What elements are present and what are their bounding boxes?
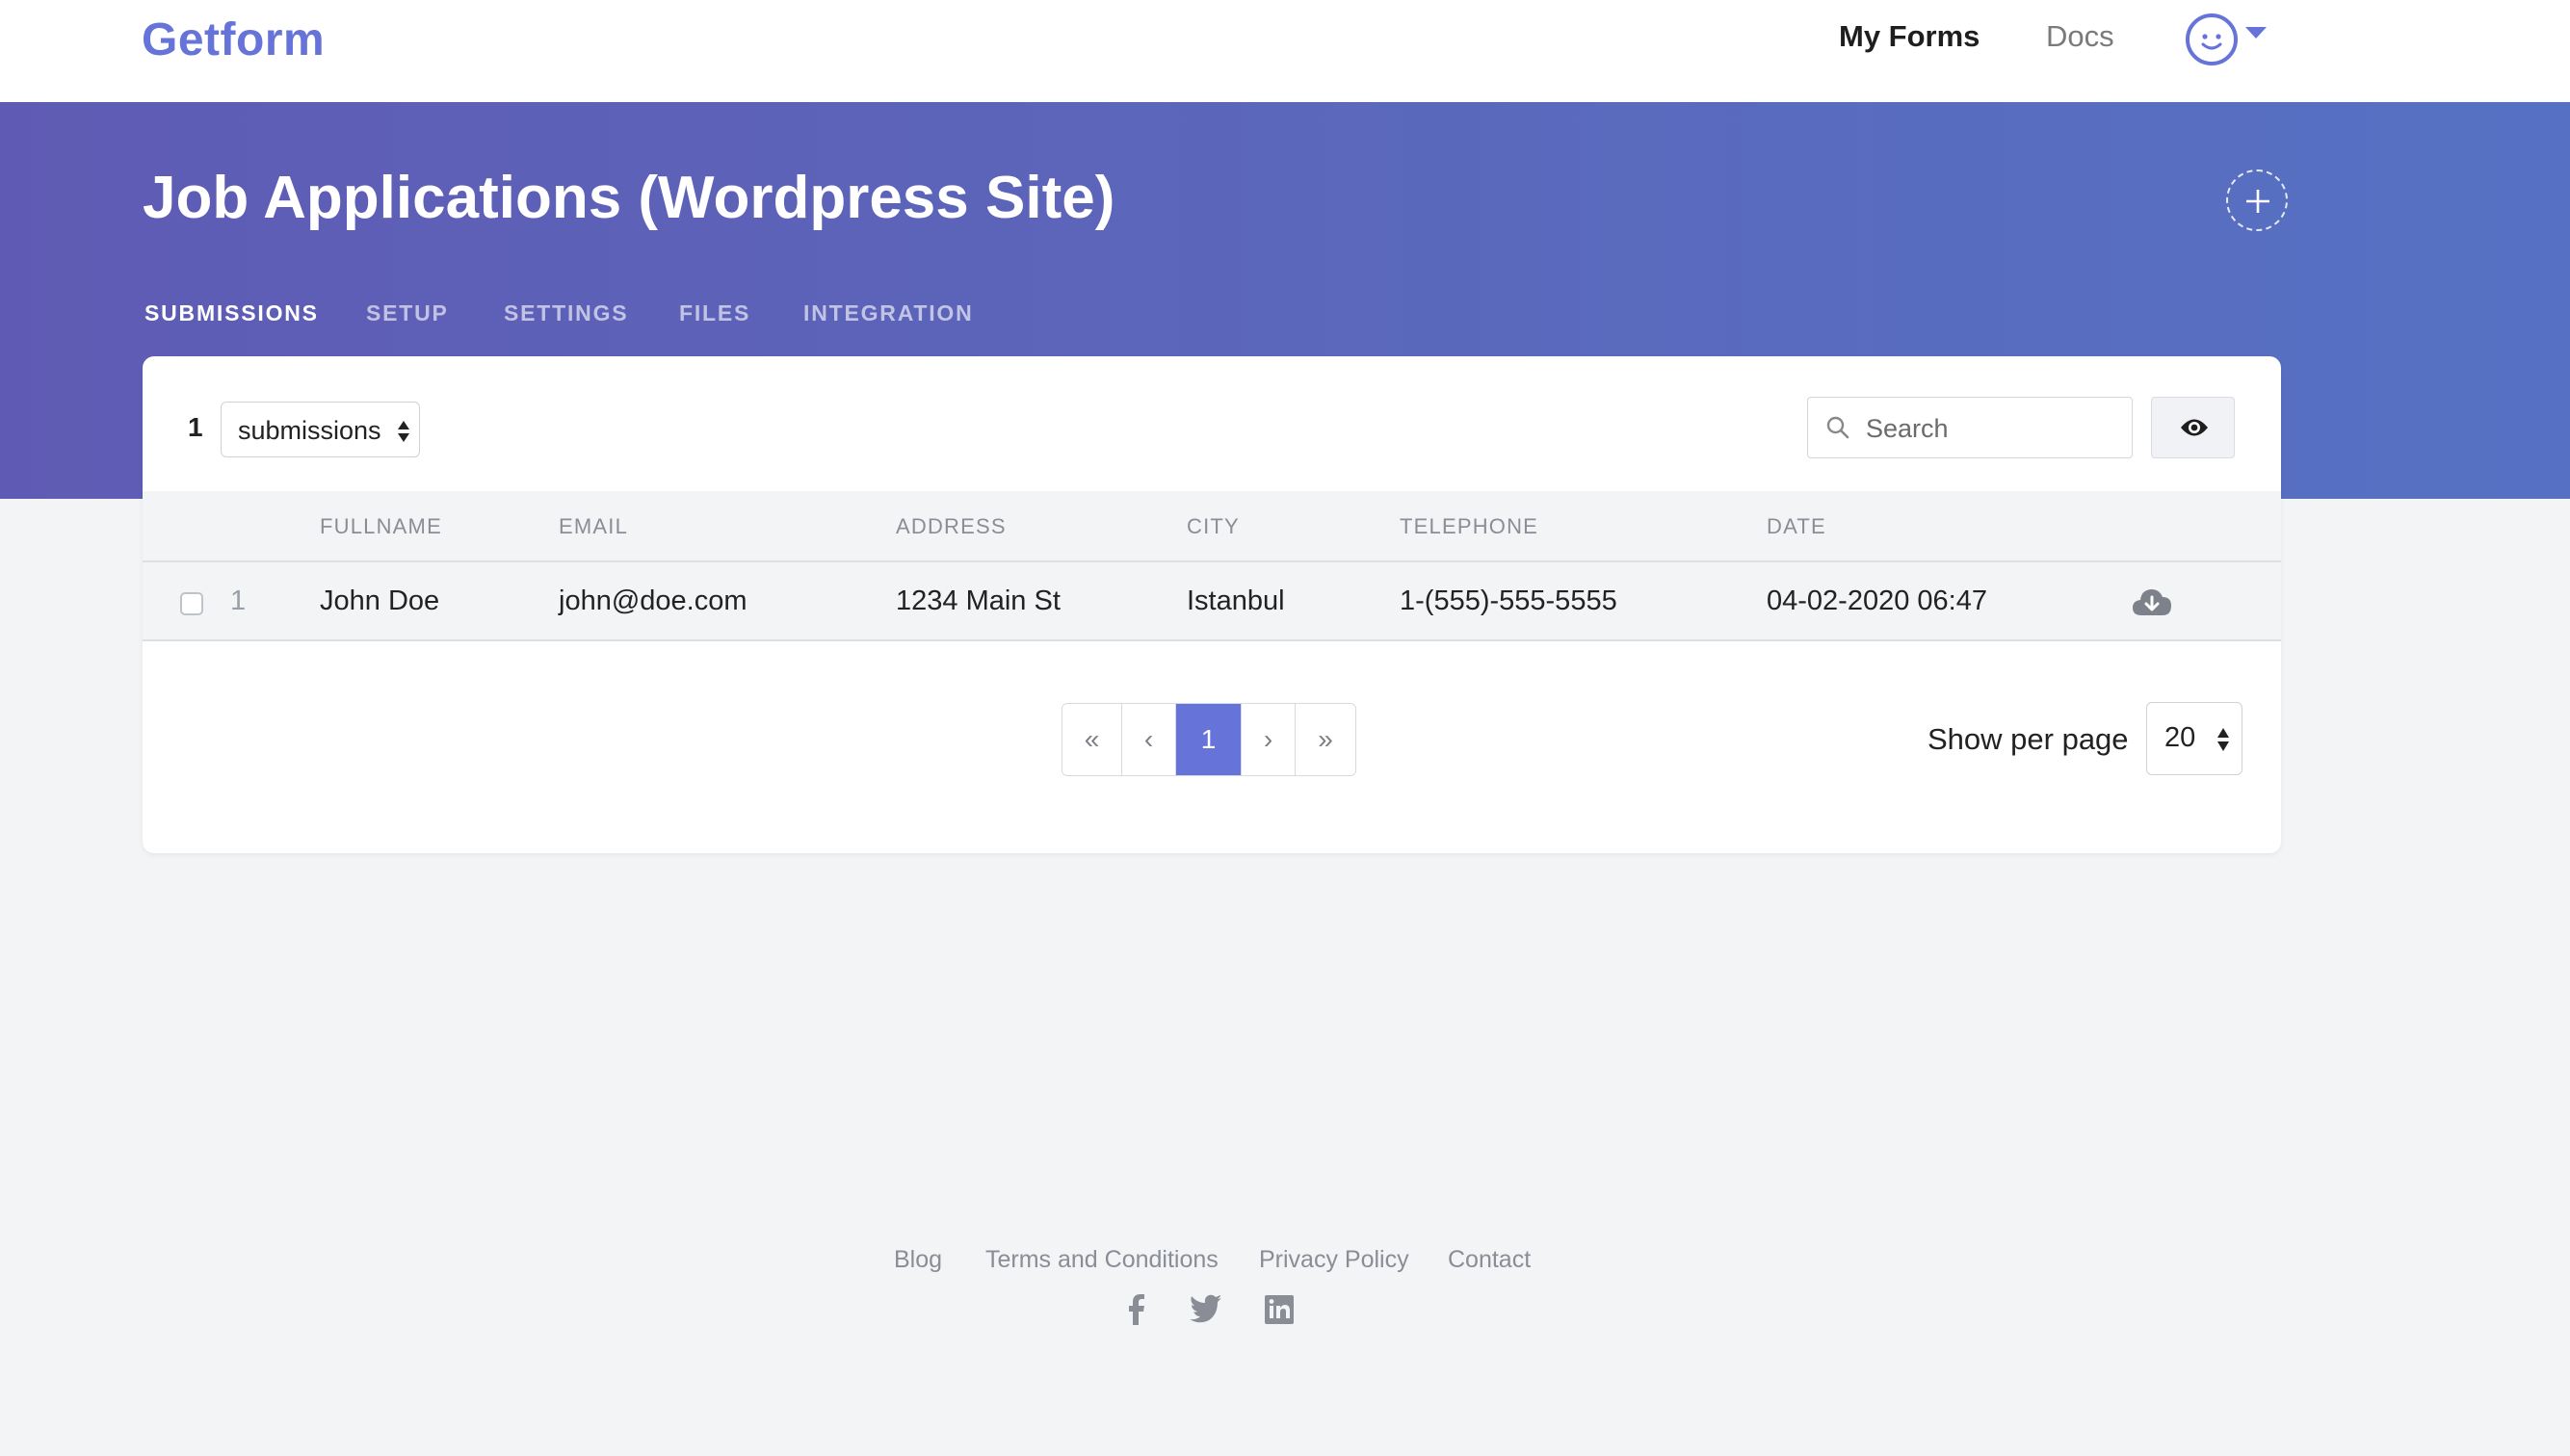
submissions-card: 1 submissions FULLNAME EMAIL ADDRESS CIT… <box>143 356 2281 853</box>
current-page-button[interactable]: 1 <box>1176 704 1242 775</box>
per-page-label: Show per page <box>1928 722 2129 756</box>
tab-integration[interactable]: INTEGRATION <box>803 300 974 326</box>
column-header[interactable]: FULLNAME <box>320 514 442 539</box>
footer-link-contact[interactable]: Contact <box>1448 1246 1531 1274</box>
facebook-icon[interactable] <box>1125 1294 1148 1327</box>
table-header: FULLNAME EMAIL ADDRESS CITY TELEPHONE DA… <box>143 491 2281 562</box>
user-avatar-icon[interactable] <box>2186 13 2238 65</box>
row-checkbox[interactable] <box>180 592 203 615</box>
table-row[interactable]: 1 John Doe john@doe.com 1234 Main St Ist… <box>143 562 2281 641</box>
eye-icon <box>2181 419 2208 436</box>
plus-icon <box>2246 190 2269 213</box>
nav-docs[interactable]: Docs <box>2046 19 2114 54</box>
page-title: Job Applications (Wordpress Site) <box>143 165 1115 231</box>
per-page-select[interactable]: 20 <box>2146 702 2242 775</box>
tab-submissions[interactable]: SUBMISSIONS <box>144 300 319 326</box>
search-icon <box>1826 416 1849 439</box>
sort-arrows-icon <box>398 421 409 442</box>
toggle-columns-button[interactable] <box>2151 397 2235 458</box>
cloud-download-icon[interactable] <box>2131 585 2173 618</box>
column-header[interactable]: TELEPHONE <box>1400 514 1538 539</box>
pagination: « ‹ 1 › » <box>1062 703 1356 776</box>
getform-logo[interactable]: Getform <box>142 13 325 66</box>
nav-my-forms[interactable]: My Forms <box>1839 19 1980 54</box>
footer-link-blog[interactable]: Blog <box>894 1246 942 1274</box>
tab-setup[interactable]: SETUP <box>366 300 449 326</box>
prev-page-button[interactable]: ‹ <box>1122 704 1176 775</box>
footer-links: Blog Terms and Conditions Privacy Policy… <box>0 1246 2570 1285</box>
column-header[interactable]: DATE <box>1767 514 1826 539</box>
row-number: 1 <box>230 585 247 616</box>
per-page-value: 20 <box>2164 722 2196 753</box>
tab-files[interactable]: FILES <box>679 300 750 326</box>
chevron-down-icon[interactable] <box>2245 27 2267 39</box>
linkedin-icon[interactable] <box>1264 1294 1295 1325</box>
cell-email: john@doe.com <box>559 585 747 616</box>
view-select-value: submissions <box>238 416 381 445</box>
cell-city: Istanbul <box>1187 585 1285 616</box>
cell-address: 1234 Main St <box>896 585 1061 616</box>
add-form-button[interactable] <box>2226 169 2288 231</box>
cell-date: 04-02-2020 06:47 <box>1767 585 1987 616</box>
submission-count: 1 <box>188 412 203 442</box>
cell-fullname: John Doe <box>320 585 440 616</box>
search-input[interactable] <box>1866 409 2116 448</box>
search-field[interactable] <box>1807 397 2133 458</box>
tab-settings[interactable]: SETTINGS <box>504 300 628 326</box>
column-header[interactable]: ADDRESS <box>896 514 1007 539</box>
sort-arrows-icon <box>2217 728 2229 751</box>
first-page-button[interactable]: « <box>1062 704 1122 775</box>
column-header[interactable]: EMAIL <box>559 514 628 539</box>
footer-link-privacy[interactable]: Privacy Policy <box>1259 1246 1409 1274</box>
next-page-button[interactable]: › <box>1242 704 1296 775</box>
cell-telephone: 1-(555)-555-5555 <box>1400 585 1617 616</box>
top-navbar: Getform My Forms Docs <box>0 0 2570 102</box>
column-header[interactable]: CITY <box>1187 514 1240 539</box>
footer-link-terms[interactable]: Terms and Conditions <box>985 1246 1219 1274</box>
last-page-button[interactable]: » <box>1296 704 1355 775</box>
twitter-icon[interactable] <box>1190 1294 1222 1323</box>
view-select[interactable]: submissions <box>221 402 420 457</box>
